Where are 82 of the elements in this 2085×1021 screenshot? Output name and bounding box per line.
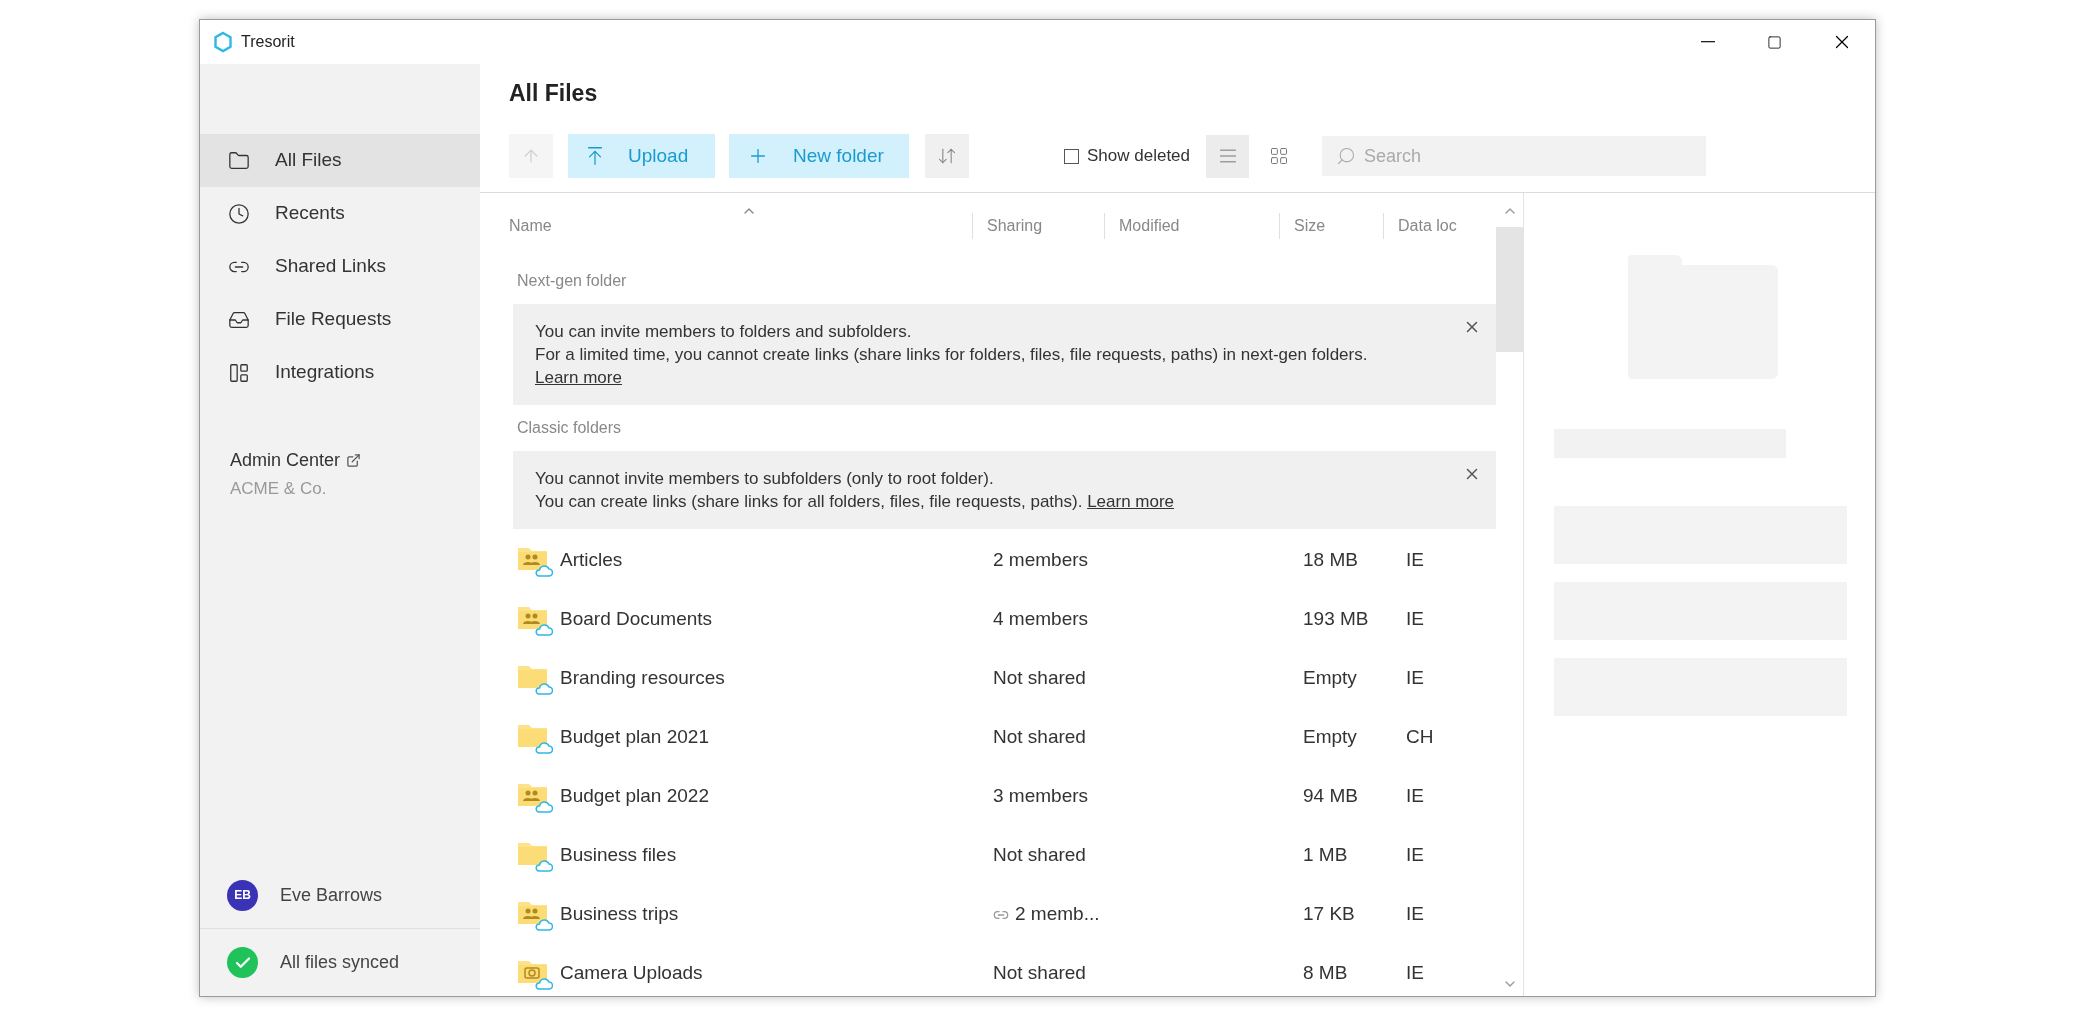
folder-name: Articles [560, 548, 623, 573]
folder-name: Business files [560, 843, 677, 868]
folder-name: Camera Uploads [560, 961, 703, 986]
organization-name: ACME & Co. [230, 478, 328, 500]
folder-row[interactable]: Camera Uploads Not shared 8 MB IE [480, 944, 1496, 996]
data-location: IE [1406, 903, 1424, 925]
sharing-status: Not shared [993, 666, 1086, 691]
notice-text: You can create links (share links for all folders, files, file requests, paths). Learn more [535, 491, 1176, 513]
search-field[interactable]: Search [1322, 136, 1707, 176]
sharing-status: 2 members [993, 548, 1089, 573]
admin-center-link[interactable]: Admin Center [230, 447, 341, 474]
window-title: Tresorit [241, 32, 295, 52]
folder-icon [228, 149, 250, 172]
clock-icon [228, 202, 250, 225]
folder-row[interactable]: Business files Not shared 1 MB IE [480, 826, 1496, 885]
check-icon [227, 947, 258, 978]
user-avatar: EB [227, 879, 258, 911]
sharing-status: 4 members [993, 607, 1089, 632]
learn-more-link[interactable]: Learn more [1087, 492, 1175, 511]
section-label: Next-gen folder [517, 271, 627, 291]
notice-text: You can invite members to folders and subfolders. [535, 321, 913, 343]
data-location: IE [1406, 667, 1424, 689]
external-link-icon [346, 453, 362, 468]
folder-size: Empty [1303, 726, 1357, 748]
notice-text: For a limited time, you cannot create links (share links for folders, files, file requests, paths) in next-gen folders. Learn more [535, 344, 1369, 389]
list-view-button[interactable] [1206, 134, 1250, 178]
notice-text: You cannot invite members to subfolders (only to root folder). [535, 468, 995, 490]
folder-name: Business trips [560, 902, 679, 927]
folder-size: 18 MB [1303, 549, 1358, 571]
column-header[interactable]: Modified [1119, 213, 1180, 238]
sharing-status: 3 members [993, 784, 1089, 809]
sharing-status: Not shared [993, 843, 1086, 868]
data-location: IE [1406, 844, 1424, 866]
minimize-icon [1700, 41, 1715, 43]
grid-icon [1268, 146, 1289, 166]
column-header[interactable]: Size [1294, 213, 1326, 238]
sort-icon [937, 146, 957, 166]
page-title: All Files [509, 79, 599, 108]
logo-icon [213, 31, 233, 53]
maximize-icon [1767, 34, 1782, 50]
sort-button[interactable] [925, 134, 969, 178]
scrollbar-thumb[interactable] [1496, 227, 1523, 352]
sidebar-item[interactable]: Recents [200, 187, 480, 240]
user-name: Eve Barrows [280, 883, 383, 907]
folder-size: Empty [1303, 667, 1357, 689]
data-location: IE [1406, 549, 1424, 571]
folder-size: 8 MB [1303, 962, 1348, 984]
folder-size: 1 MB [1303, 844, 1348, 866]
sidebar-item[interactable]: File Requests [200, 293, 480, 346]
integrations-icon [228, 361, 250, 384]
folder-row[interactable]: Branding resources Not shared Empty IE [480, 649, 1496, 708]
sharing-status: Not shared [993, 961, 1086, 986]
folder-row[interactable]: Budget plan 2022 3 members 94 MB IE [480, 767, 1496, 826]
column-header[interactable]: Name [509, 213, 552, 238]
sync-status: All files synced [280, 951, 400, 974]
show-deleted-checkbox[interactable]: Show deleted [1064, 143, 1191, 169]
folder-size: 94 MB [1303, 785, 1358, 807]
sharing-status: 2 memb... [1015, 902, 1100, 927]
folder-name: Budget plan 2021 [560, 725, 709, 750]
column-header[interactable]: Sharing [987, 213, 1043, 238]
folder-size: 193 MB [1303, 608, 1369, 630]
folder-name: Branding resources [560, 666, 725, 691]
search-icon [1336, 146, 1357, 166]
folder-name: Budget plan 2022 [560, 784, 709, 809]
folder-row[interactable]: Articles 2 members 18 MB IE [480, 531, 1496, 590]
sidebar-item[interactable]: Integrations [200, 346, 480, 399]
checkbox[interactable] [1064, 148, 1079, 164]
folder-row[interactable]: Board Documents 4 members 193 MB IE [480, 590, 1496, 649]
column-header[interactable]: Data loc [1398, 213, 1457, 238]
sharing-status: Not shared [993, 725, 1086, 750]
data-location: CH [1406, 726, 1434, 748]
folder-name: Board Documents [560, 607, 713, 632]
folder-row[interactable]: Budget plan 2021 Not shared Empty CH [480, 708, 1496, 767]
sidebar-item[interactable]: Shared Links [200, 240, 480, 293]
section-label: Classic folders [517, 418, 622, 438]
sidebar-item[interactable]: All Files [200, 134, 480, 187]
data-location: IE [1406, 608, 1424, 630]
learn-more-link[interactable]: Learn more [535, 368, 622, 387]
folder-size: 17 KB [1303, 903, 1355, 925]
data-location: IE [1406, 962, 1424, 984]
data-location: IE [1406, 785, 1424, 807]
folder-row[interactable]: Business trips 2 memb... 17 KB IE [480, 885, 1496, 944]
